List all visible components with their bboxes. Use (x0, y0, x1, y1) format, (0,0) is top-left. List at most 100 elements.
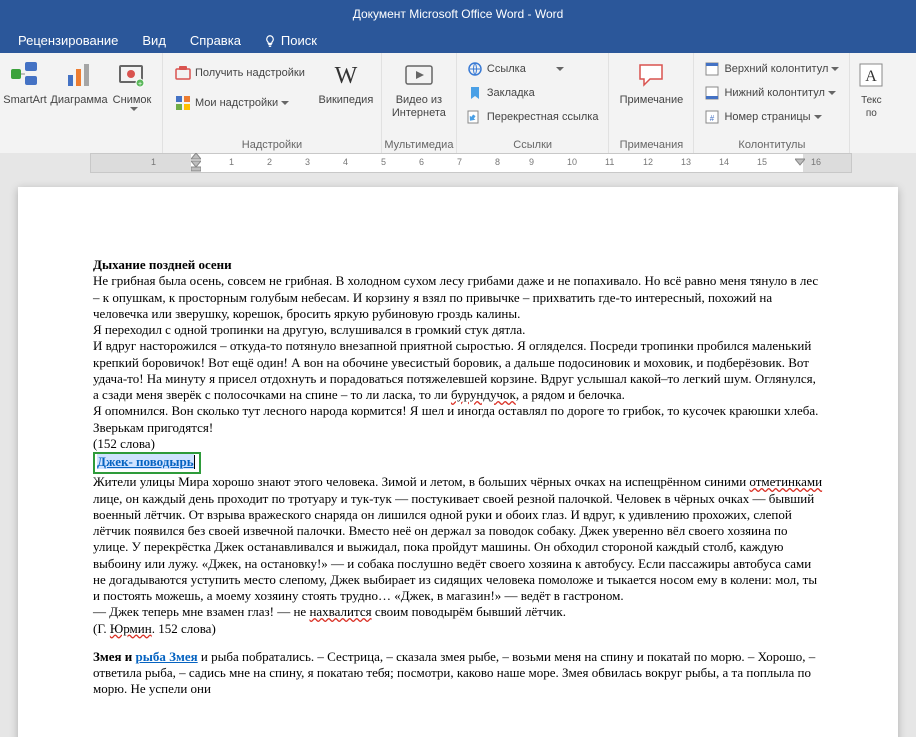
chevron-down-icon (130, 107, 138, 112)
my-addins-label: Мои надстройки (195, 97, 278, 109)
spellcheck-word[interactable]: Юрмин (110, 621, 152, 636)
crossref-label: Перекрестная ссылка (487, 111, 599, 123)
textbox-icon: A (855, 59, 887, 91)
header-label: Верхний колонтитул (724, 63, 828, 75)
tab-help[interactable]: Справка (178, 28, 253, 53)
document-page[interactable]: Дыхание поздней осени Не грибная была ос… (18, 187, 898, 737)
comment-button[interactable]: Примечание (615, 57, 687, 107)
heading: Дыхание поздней осени (93, 257, 232, 272)
online-video-button[interactable]: Видео из Интернета (388, 57, 450, 120)
bookmark-label: Закладка (487, 87, 535, 99)
chart-icon (63, 59, 95, 91)
group-label-headerfooter: Колонтитулы (694, 139, 849, 151)
ruler-tick: 3 (305, 157, 310, 167)
tab-review[interactable]: Рецензирование (6, 28, 130, 53)
chevron-down-icon (828, 91, 836, 96)
search-label: Поиск (281, 33, 317, 48)
footer-icon (704, 85, 720, 101)
ruler-tick: 6 (419, 157, 424, 167)
textbox-button[interactable]: A Текс по (856, 57, 886, 120)
paragraph: Я опомнился. Вон сколько тут лесного нар… (93, 403, 823, 436)
screenshot-label: Снимок (113, 94, 152, 107)
paragraph: — Джек теперь мне взамен глаз! — не нахв… (93, 604, 823, 620)
link-label: Ссылка (487, 63, 526, 75)
ruler-tick: 10 (567, 157, 577, 167)
chevron-down-icon (814, 115, 822, 120)
ruler-tick: 5 (381, 157, 386, 167)
hyperlink[interactable]: Джек- поводырь (97, 454, 194, 469)
wikipedia-icon: W (330, 59, 362, 91)
spellcheck-word[interactable]: отметинками (749, 474, 822, 489)
ribbon: SmartArt Диаграмма + Снимок (0, 53, 916, 154)
paragraph: Змея и рыба Змея и рыба побратались. – С… (93, 649, 823, 698)
group-addins: Получить надстройки Мои надстройки W Вик… (163, 53, 382, 153)
group-label-links: Ссылки (457, 139, 609, 151)
group-illustrations: SmartArt Диаграмма + Снимок (0, 53, 163, 153)
group-label-comments: Примечания (609, 139, 693, 151)
chevron-down-icon (831, 67, 839, 72)
pagenum-label: Номер страницы (724, 111, 810, 123)
window-title: Документ Microsoft Office Word - Word (353, 7, 564, 21)
video-icon (403, 59, 435, 91)
comment-label: Примечание (620, 94, 684, 107)
smartart-button[interactable]: SmartArt (0, 57, 50, 112)
document-area: 1 1 2 3 4 5 6 7 8 9 10 11 12 13 14 15 16… (0, 153, 916, 737)
ribbon-tabs: Рецензирование Вид Справка Поиск (0, 28, 916, 53)
paragraph: Не грибная была осень, совсем не грибная… (93, 273, 823, 322)
pagenumber-button[interactable]: # Номер страницы (700, 107, 843, 127)
header-icon (704, 61, 720, 77)
ruler-tick: 1 (151, 157, 156, 167)
tab-view[interactable]: Вид (130, 28, 178, 53)
my-addins-button[interactable]: Мои надстройки (171, 93, 309, 113)
video-label: Видео из Интернета (388, 94, 450, 120)
ruler-tick: 11 (605, 157, 614, 167)
screenshot-button[interactable]: + Снимок (108, 57, 156, 112)
group-label-addins: Надстройки (163, 139, 381, 151)
group-links: Ссылка Закладка Перекрестная ссылка Ссыл… (457, 53, 610, 153)
lightbulb-icon (263, 34, 277, 48)
bookmark-button[interactable]: Закладка (463, 83, 603, 103)
search-box[interactable]: Поиск (253, 33, 327, 48)
link-button[interactable]: Ссылка (463, 59, 603, 79)
ruler-tick: 1 (229, 157, 234, 167)
wikipedia-button[interactable]: W Википедия (317, 57, 375, 113)
spellcheck-word[interactable]: нахвалится (309, 604, 371, 619)
svg-text:A: A (866, 68, 878, 85)
crossref-button[interactable]: Перекрестная ссылка (463, 107, 603, 127)
chevron-down-icon (281, 101, 289, 106)
right-indent-marker[interactable] (795, 153, 805, 169)
paragraph: Жители улицы Мира хорошо знают этого чел… (93, 474, 823, 604)
svg-text:#: # (710, 114, 715, 123)
textbox-label: Текс по (856, 94, 886, 120)
chart-label: Диаграмма (50, 94, 107, 107)
get-addins-button[interactable]: Получить надстройки (171, 63, 309, 83)
footer-button[interactable]: Нижний колонтитул (700, 83, 843, 103)
svg-text:+: + (138, 81, 142, 88)
highlighted-hyperlink[interactable]: Джек- поводырь (93, 452, 201, 474)
get-addins-label: Получить надстройки (195, 67, 305, 79)
ruler-tick: 8 (495, 157, 500, 167)
footer-label: Нижний колонтитул (724, 87, 824, 99)
smartart-label: SmartArt (3, 94, 46, 107)
crossref-icon (467, 109, 483, 125)
hyperlink[interactable]: рыба Змея (136, 649, 198, 664)
smartart-icon (9, 59, 41, 91)
wikipedia-label: Википедия (318, 94, 373, 107)
bookmark-icon (467, 85, 483, 101)
ruler-tick: 9 (529, 157, 534, 167)
word-count: (152 слова) (93, 436, 823, 452)
text-cursor (194, 455, 195, 469)
author-line: (Г. Юрмин. 152 слова) (93, 621, 823, 637)
spellcheck-word[interactable]: бурундучок (451, 387, 516, 402)
link-icon (467, 61, 483, 77)
chevron-down-icon (556, 67, 564, 72)
chart-button[interactable]: Диаграмма (50, 57, 108, 112)
store-icon (175, 65, 191, 81)
horizontal-ruler[interactable]: 1 1 2 3 4 5 6 7 8 9 10 11 12 13 14 15 16 (90, 153, 852, 173)
group-media: Видео из Интернета Мультимедиа (382, 53, 457, 153)
indent-marker[interactable] (191, 153, 201, 173)
ruler-tick: 13 (681, 157, 691, 167)
ruler-tick: 2 (267, 157, 272, 167)
screenshot-icon: + (116, 59, 148, 91)
header-button[interactable]: Верхний колонтитул (700, 59, 843, 79)
